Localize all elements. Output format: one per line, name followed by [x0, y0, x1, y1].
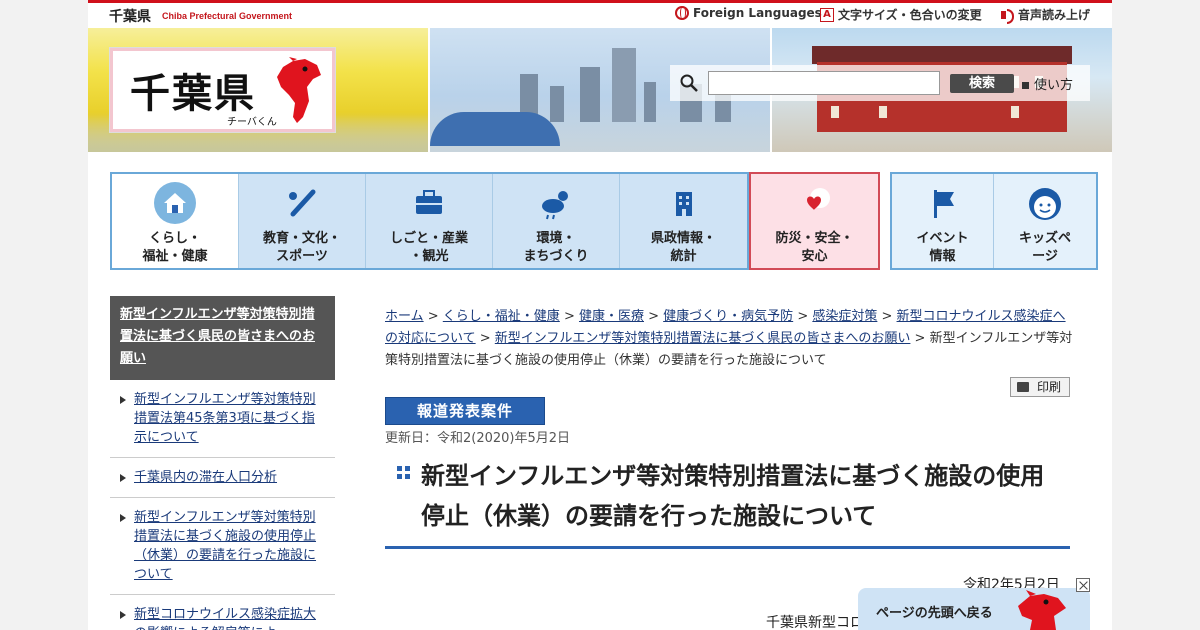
page-title: 新型インフルエンザ等対策特別措置法に基づく施設の使用停止（休業）の要請を行った施…	[421, 462, 1045, 530]
building-icon	[675, 192, 692, 216]
page-title-block: 新型インフルエンザ等対策特別措置法に基づく施設の使用停止（休業）の要請を行った施…	[385, 456, 1070, 549]
breadcrumb-separator: >	[559, 309, 579, 324]
breadcrumb-link[interactable]: 感染症対策	[812, 309, 877, 324]
search-button[interactable]: 検索	[950, 74, 1014, 93]
foreign-languages-label: Foreign Languages	[693, 6, 822, 20]
breadcrumb-separator: >	[475, 331, 495, 346]
breadcrumb-link[interactable]: ホーム	[385, 309, 424, 324]
back-to-top-close-icon[interactable]	[1076, 578, 1090, 592]
kid-face-icon	[1029, 188, 1061, 220]
breadcrumb-separator: >	[644, 309, 664, 324]
search-input[interactable]	[708, 71, 940, 95]
header-banner: 千葉県 チーバくん 検索 使い方	[88, 28, 1112, 152]
breadcrumb-link[interactable]: 新型インフルエンザ等対策特別措置法に基づく県民の皆さまへのお願い	[495, 331, 911, 346]
breadcrumb-link[interactable]: くらし・福祉・健康	[443, 309, 560, 324]
press-release-badge: 報道発表案件	[385, 397, 545, 425]
bat-ball-icon	[289, 189, 316, 217]
printer-icon	[1017, 382, 1029, 392]
sidebar-link[interactable]: 新型インフルエンザ等対策特別措置法に基づく施設の使用停止（休業）の要請を行った施…	[110, 498, 335, 595]
read-aloud-label: 音声読み上げ	[1018, 8, 1091, 22]
breadcrumb: ホーム > くらし・福祉・健康 > 健康・医療 > 健康づくり・病気予防 > 感…	[385, 306, 1075, 372]
stadium	[430, 112, 560, 146]
main-content: ホーム > くらし・福祉・健康 > 健康・医療 > 健康づくり・病気予防 > 感…	[365, 296, 1090, 630]
top-accent-line	[88, 0, 1112, 3]
search-icon	[680, 74, 698, 92]
sidebar-heading[interactable]: 新型インフルエンザ等対策特別措置法に基づく県民の皆さまへのお願い	[110, 296, 335, 380]
nav-group-safety: 防災・安全・ 安心	[749, 172, 880, 270]
breadcrumb-separator: >	[423, 309, 443, 324]
house-icon	[154, 182, 196, 224]
flag-icon	[933, 190, 954, 218]
logo-title: 千葉県	[130, 70, 256, 117]
foreign-languages-link[interactable]: Foreign Languages	[675, 6, 822, 20]
briefcase-icon	[416, 190, 442, 214]
nav-label-education: 教育・文化・ スポーツ	[262, 231, 341, 264]
sidebar-link[interactable]: 新型コロナウイルス感染症拡大の影響による解雇等によ	[110, 595, 335, 630]
nav-item-prefecture-info[interactable]: 県政情報・ 統計	[620, 174, 747, 268]
nav-item-safety[interactable]: 防災・安全・ 安心	[751, 174, 878, 268]
breadcrumb-link[interactable]: 健康・医療	[579, 309, 644, 324]
updated-date: 更新日：令和2(2020)年5月2日	[385, 431, 571, 446]
read-aloud-link[interactable]: 音声読み上げ	[1000, 6, 1091, 24]
logo-mascot-caption: チーバくん	[227, 117, 277, 128]
breadcrumb-separator: >	[877, 309, 897, 324]
nav-item-environment[interactable]: 環境・ まちづくり	[493, 174, 620, 268]
sidebar-link[interactable]: 新型インフルエンザ等対策特別措置法第45条第3項に基づく指示について	[110, 380, 335, 458]
nav-label-environment: 環境・ まちづくり	[523, 231, 589, 264]
sidebar-link[interactable]: 千葉県内の滞在人口分析	[110, 458, 335, 498]
nav-label-safety: 防災・安全・ 安心	[775, 231, 854, 264]
nav-group-extra: イベント 情報 キッズペ ージ	[890, 172, 1098, 270]
prefecture-name: 千葉県	[109, 9, 151, 25]
search-area: 検索 使い方	[670, 65, 1090, 101]
nav-item-kids[interactable]: キッズペ ージ	[994, 174, 1096, 268]
nav-label-events: イベント 情報	[916, 231, 969, 264]
nav-label-work: しごと・産業 ・観光	[389, 231, 468, 264]
main-nav: くらし・ 福祉・健康 教育・文化・ スポーツ しごと・産業 ・観光 環境・ まち…	[110, 172, 1098, 270]
prefecture-english-name: Chiba Prefectural Government	[162, 11, 293, 21]
globe-icon	[675, 6, 689, 20]
nav-item-education[interactable]: 教育・文化・ スポーツ	[239, 174, 366, 268]
nav-label-living: くらし・ 福祉・健康	[142, 231, 208, 264]
text-size-icon: A	[820, 7, 834, 22]
chiba-kun-mascot-icon	[277, 57, 321, 123]
print-label: 印刷	[1036, 380, 1061, 394]
breadcrumb-link[interactable]: 健康づくり・病気予防	[663, 309, 793, 324]
search-help-link[interactable]: 使い方	[1022, 74, 1073, 93]
nav-item-work[interactable]: しごと・産業 ・観光	[366, 174, 493, 268]
page: 千葉県 Chiba Prefectural Government Foreign…	[88, 0, 1112, 630]
weather-icon	[542, 191, 568, 220]
nav-item-events[interactable]: イベント 情報	[892, 174, 994, 268]
site-logo[interactable]: 千葉県 チーバくん	[110, 48, 335, 132]
text-size-color-link[interactable]: A 文字サイズ・色合いの変更	[820, 6, 982, 23]
text-size-color-label: 文字サイズ・色合いの変更	[838, 8, 982, 22]
nav-label-prefecture-info: 県政情報・ 統計	[650, 231, 716, 264]
breadcrumb-separator: >	[910, 331, 930, 346]
nav-label-kids: キッズペ ージ	[1018, 231, 1071, 264]
print-button[interactable]: 印刷	[1010, 377, 1070, 397]
sidebar: 新型インフルエンザ等対策特別措置法に基づく県民の皆さまへのお願い 新型インフルエ…	[110, 296, 335, 630]
nav-item-living[interactable]: くらし・ 福祉・健康	[112, 174, 239, 268]
breadcrumb-separator: >	[793, 309, 813, 324]
title-bullet-icon	[397, 466, 411, 480]
nav-group-main: くらし・ 福祉・健康 教育・文化・ スポーツ しごと・産業 ・観光 環境・ まち…	[110, 172, 749, 270]
speaker-icon	[1000, 8, 1014, 24]
back-to-top-label: ページの先頭へ戻る	[876, 606, 993, 621]
chiba-kun-mascot-icon	[1018, 590, 1066, 630]
heart-hand-icon	[806, 188, 830, 210]
